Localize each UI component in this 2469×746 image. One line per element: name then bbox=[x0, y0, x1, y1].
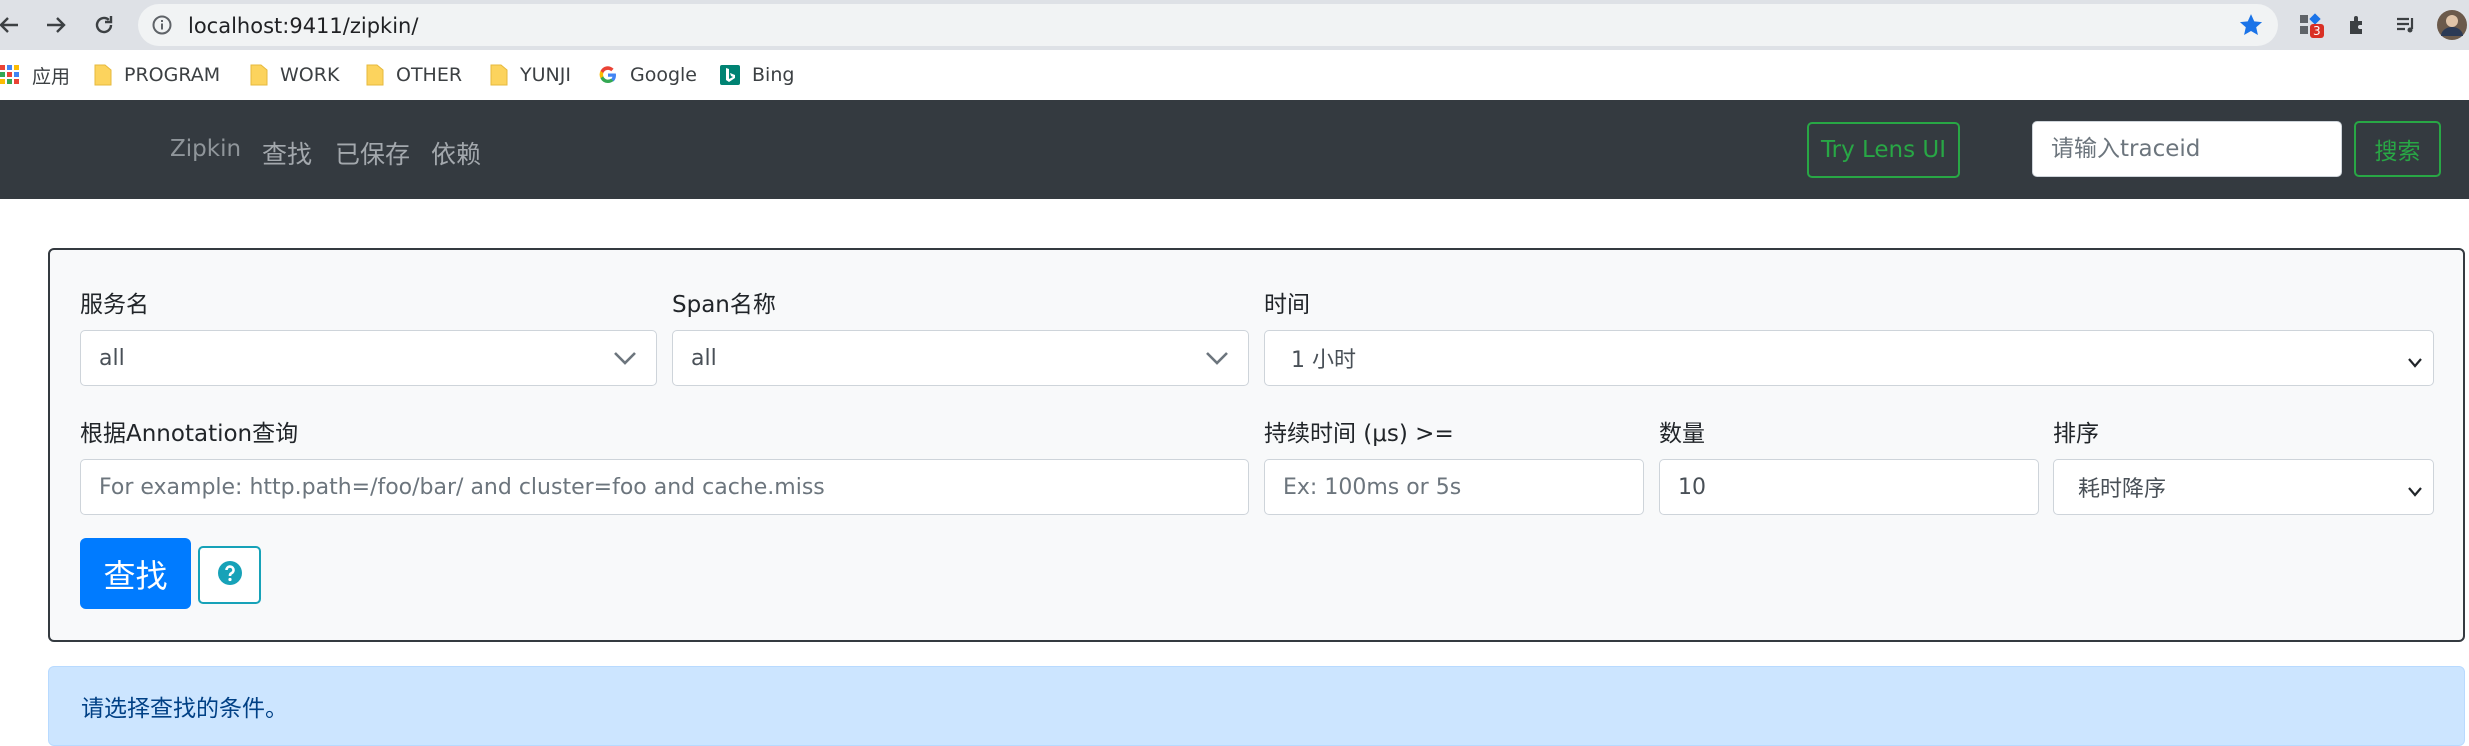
search-panel bbox=[48, 248, 2465, 642]
question-circle-icon bbox=[216, 559, 244, 591]
sort-value: 耗时降序 bbox=[2078, 477, 2167, 502]
extension-badge: 3 bbox=[2310, 24, 2324, 38]
reading-list-icon[interactable] bbox=[2390, 9, 2422, 41]
google-icon bbox=[598, 65, 618, 85]
traceid-input[interactable] bbox=[2032, 121, 2342, 177]
address-bar[interactable]: localhost:9411/zipkin/ bbox=[138, 4, 2278, 46]
service-name-value: all bbox=[99, 345, 125, 371]
forward-icon[interactable] bbox=[37, 6, 75, 44]
bookmark-google[interactable]: Google bbox=[598, 60, 697, 90]
folder-icon bbox=[366, 64, 384, 86]
time-range-select[interactable]: 1 小时 bbox=[1264, 330, 2434, 386]
try-lens-ui-button[interactable]: Try Lens UI bbox=[1807, 122, 1960, 178]
chevron-down-icon bbox=[612, 347, 638, 375]
folder-icon bbox=[250, 64, 268, 86]
duration-label: 持续时间 (μs) >= bbox=[1264, 421, 1454, 447]
limit-value: 10 bbox=[1678, 474, 1706, 500]
profile-avatar[interactable] bbox=[2436, 9, 2468, 41]
bookmark-label: WORK bbox=[280, 64, 340, 86]
bookmarks-bar: 应用 PROGRAM WORK OTHER YUNJI Google Bing bbox=[0, 50, 2469, 100]
reload-icon[interactable] bbox=[85, 6, 123, 44]
bookmark-yunji[interactable]: YUNJI bbox=[490, 60, 571, 90]
bookmark-bing[interactable]: Bing bbox=[720, 60, 794, 90]
find-button[interactable]: 查找 bbox=[80, 538, 191, 609]
bing-icon bbox=[720, 65, 740, 85]
chevron-down-icon bbox=[1204, 347, 1230, 375]
time-range-value: 1 小时 bbox=[1291, 348, 1356, 373]
brand-logo[interactable]: Zipkin bbox=[170, 136, 241, 162]
span-name-value: all bbox=[691, 345, 717, 371]
chevron-down-icon bbox=[2407, 480, 2423, 505]
bookmark-label: 应用 bbox=[32, 65, 71, 88]
apps-grid-icon bbox=[0, 65, 20, 85]
chevron-down-icon bbox=[2407, 351, 2423, 376]
bookmark-program[interactable]: PROGRAM bbox=[94, 60, 220, 90]
info-alert: 请选择查找的条件。 bbox=[48, 666, 2465, 746]
service-name-select[interactable]: all bbox=[80, 330, 657, 386]
alert-message: 请选择查找的条件。 bbox=[81, 696, 288, 722]
annotation-query-label: 根据Annotation查询 bbox=[80, 421, 299, 447]
bookmark-label: Bing bbox=[752, 64, 795, 86]
folder-icon bbox=[490, 64, 508, 86]
bookmark-label: PROGRAM bbox=[124, 64, 221, 86]
bookmark-other[interactable]: OTHER bbox=[366, 60, 462, 90]
bookmark-work[interactable]: WORK bbox=[250, 60, 339, 90]
bookmark-star-icon[interactable] bbox=[2238, 12, 2264, 42]
site-info-icon[interactable] bbox=[152, 15, 172, 39]
nav-link-find[interactable]: 查找 bbox=[262, 135, 312, 171]
app-navbar: Zipkin 查找 已保存 依赖 Try Lens UI 搜索 bbox=[0, 100, 2469, 199]
folder-icon bbox=[94, 64, 112, 86]
span-name-select[interactable]: all bbox=[672, 330, 1249, 386]
time-label: 时间 bbox=[1264, 292, 1310, 318]
browser-toolbar: localhost:9411/zipkin/ 3 bbox=[0, 0, 2469, 50]
bookmark-apps[interactable]: 应用 bbox=[0, 60, 70, 90]
service-name-label: 服务名 bbox=[80, 292, 149, 318]
span-name-label: Span名称 bbox=[672, 292, 776, 318]
traceid-search-button[interactable]: 搜索 bbox=[2354, 121, 2441, 177]
sort-select[interactable]: 耗时降序 bbox=[2053, 459, 2434, 515]
extensions-puzzle-icon[interactable] bbox=[2342, 9, 2374, 41]
url-text[interactable]: localhost:9411/zipkin/ bbox=[188, 14, 418, 38]
sort-label: 排序 bbox=[2053, 421, 2099, 447]
bookmark-label: Google bbox=[630, 64, 698, 86]
limit-input[interactable]: 10 bbox=[1659, 459, 2039, 515]
limit-label: 数量 bbox=[1659, 421, 1705, 447]
back-icon[interactable] bbox=[0, 6, 28, 44]
nav-link-dependencies[interactable]: 依赖 bbox=[431, 135, 481, 171]
bookmark-label: OTHER bbox=[396, 64, 463, 86]
duration-input[interactable] bbox=[1264, 459, 1644, 515]
extension-icon[interactable]: 3 bbox=[2294, 9, 2326, 41]
bookmark-label: YUNJI bbox=[520, 64, 571, 86]
annotation-query-input[interactable] bbox=[80, 459, 1249, 515]
help-button[interactable] bbox=[198, 546, 261, 604]
nav-link-saved[interactable]: 已保存 bbox=[335, 135, 410, 171]
